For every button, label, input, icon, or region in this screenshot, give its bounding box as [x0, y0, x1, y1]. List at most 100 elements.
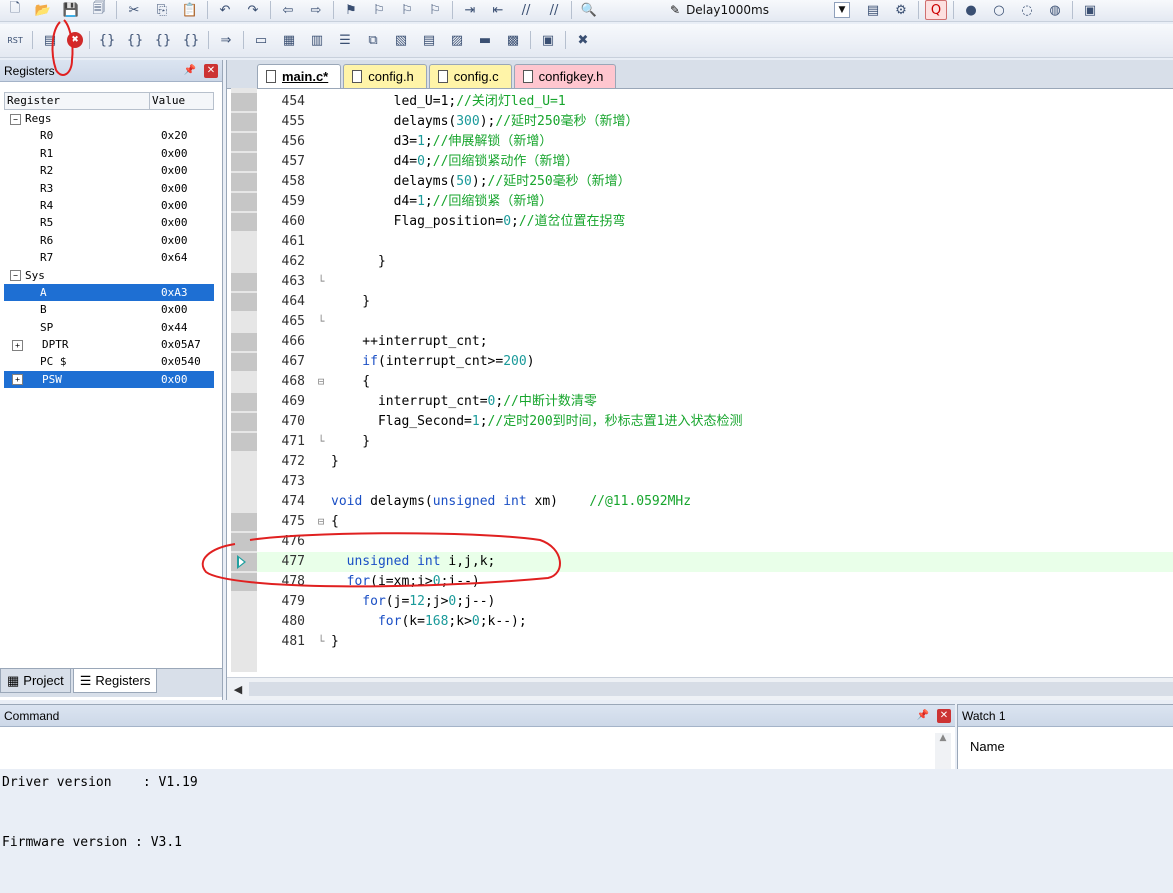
- watch-window-icon[interactable]: ▧: [390, 30, 412, 50]
- executable-line-marker[interactable]: [231, 153, 257, 171]
- disassembly-window-icon[interactable]: ▦: [278, 30, 300, 50]
- register-row[interactable]: R7 0x64: [4, 249, 214, 266]
- executable-line-marker[interactable]: [231, 293, 257, 311]
- next-bookmark-icon[interactable]: ⚐: [396, 0, 418, 20]
- toolbox-icon[interactable]: ✖: [572, 30, 594, 50]
- code-line[interactable]: 462 }: [257, 252, 1173, 272]
- code-line[interactable]: 472}: [257, 452, 1173, 472]
- register-value[interactable]: 0x00: [161, 371, 214, 388]
- fold-toggle-icon[interactable]: ⊟: [315, 372, 327, 392]
- undo-icon[interactable]: ↶: [214, 0, 236, 20]
- code-line[interactable]: 464 }: [257, 292, 1173, 312]
- reset-icon[interactable]: RST: [4, 30, 26, 50]
- register-value[interactable]: 0x0540: [161, 353, 214, 370]
- expand-icon[interactable]: +: [12, 374, 23, 386]
- code-line[interactable]: 474 void delayms(unsigned int xm) //@11.0…: [257, 492, 1173, 512]
- chevron-down-icon[interactable]: ▼: [834, 2, 850, 18]
- register-row[interactable]: A 0xA3: [4, 283, 214, 302]
- code-line[interactable]: 456 d3=1;//伸展解锁（新增）: [257, 132, 1173, 152]
- register-row[interactable]: + DPTR 0x05A7: [4, 336, 214, 353]
- register-value[interactable]: 0xA3: [161, 284, 214, 301]
- debug-settings-icon[interactable]: ⚙: [890, 0, 912, 20]
- code-line[interactable]: 469 interrupt_cnt=0;//中断计数清零: [257, 392, 1173, 412]
- run-icon[interactable]: ▤: [39, 30, 61, 50]
- code-line[interactable]: 475 ⊟ {: [257, 512, 1173, 532]
- uncomment-icon[interactable]: //: [543, 0, 565, 20]
- register-row[interactable]: R0 0x20: [4, 127, 214, 144]
- bookmark-icon[interactable]: ⚑: [340, 0, 362, 20]
- register-row[interactable]: R5 0x00: [4, 214, 214, 231]
- code-line[interactable]: 480 for(k=168;k>0;k--);: [257, 612, 1173, 632]
- code-line[interactable]: 479 for(j=12;j>0;j--): [257, 592, 1173, 612]
- register-row[interactable]: − Sys: [4, 267, 214, 284]
- executable-line-marker[interactable]: [231, 193, 257, 211]
- executable-line-marker[interactable]: [231, 113, 257, 131]
- expand-icon[interactable]: +: [12, 339, 23, 351]
- executable-line-marker[interactable]: [231, 413, 257, 431]
- registers-window-icon[interactable]: ☰: [334, 30, 356, 50]
- register-row[interactable]: + PSW 0x00: [4, 370, 214, 389]
- code-line[interactable]: 467 if(interrupt_cnt>=200): [257, 352, 1173, 372]
- back-icon[interactable]: ⇦: [277, 0, 299, 20]
- open-folder-icon[interactable]: 📂: [32, 0, 54, 20]
- register-row[interactable]: SP 0x44: [4, 319, 214, 336]
- indent-icon[interactable]: ⇥: [459, 0, 481, 20]
- stop-icon[interactable]: ✖: [67, 32, 83, 48]
- comment-icon[interactable]: //: [515, 0, 537, 20]
- tab-project[interactable]: ▦ Project: [0, 669, 71, 693]
- code-line[interactable]: 470 Flag_Second=1;//定时200到时间，秒标志置1进入状态检测: [257, 412, 1173, 432]
- code-line[interactable]: 454 led_U=1;//关闭灯led_U=1: [257, 92, 1173, 112]
- code-line[interactable]: 457 d4=0;//回缩锁紧动作（新增）: [257, 152, 1173, 172]
- code-line[interactable]: 466 ++interrupt_cnt;: [257, 332, 1173, 352]
- code-line[interactable]: 460 Flag_position=0;//道岔位置在拐弯: [257, 212, 1173, 232]
- fold-toggle-icon[interactable]: ⊟: [315, 512, 327, 532]
- code-line[interactable]: 458 delayms(50);//延时250毫秒（新增）: [257, 172, 1173, 192]
- close-icon[interactable]: ✕: [204, 63, 218, 78]
- code-line[interactable]: 465 └: [257, 312, 1173, 332]
- register-row[interactable]: R1 0x00: [4, 145, 214, 162]
- file-tab[interactable]: configkey.h: [513, 64, 617, 88]
- kill-breakpoints-icon[interactable]: ◍: [1044, 0, 1066, 20]
- code-line[interactable]: 463 └: [257, 272, 1173, 292]
- register-row[interactable]: R6 0x00: [4, 232, 214, 249]
- symbols-window-icon[interactable]: ▥: [306, 30, 328, 50]
- register-value[interactable]: 0x00: [161, 214, 214, 231]
- code-line[interactable]: 476: [257, 532, 1173, 552]
- find-combo[interactable]: ✎ Delay1000ms ▼: [670, 0, 850, 20]
- executable-line-marker[interactable]: [231, 93, 257, 111]
- analysis-window-icon[interactable]: ▬: [474, 30, 496, 50]
- system-viewer-icon[interactable]: ▣: [537, 30, 559, 50]
- executable-line-marker[interactable]: [231, 133, 257, 151]
- register-value[interactable]: 0x00: [161, 145, 214, 162]
- show-next-statement-icon[interactable]: ⇒: [215, 30, 237, 50]
- serial-window-icon[interactable]: ▨: [446, 30, 468, 50]
- code-line[interactable]: 468 ⊟ {: [257, 372, 1173, 392]
- window-layout-icon[interactable]: ▣: [1079, 0, 1101, 20]
- register-row[interactable]: B 0x00: [4, 301, 214, 318]
- insert-breakpoint-icon[interactable]: ●: [960, 0, 982, 20]
- register-value[interactable]: 0x64: [161, 249, 214, 266]
- register-value[interactable]: [152, 267, 214, 284]
- file-tab[interactable]: config.h: [343, 64, 427, 88]
- executable-line-marker[interactable]: [231, 333, 257, 351]
- code-line[interactable]: 478 for(i=xm;i>0;i--): [257, 572, 1173, 592]
- watch-name-column-header[interactable]: Name: [970, 739, 1005, 754]
- unindent-icon[interactable]: ⇤: [487, 0, 509, 20]
- executable-line-marker[interactable]: [231, 173, 257, 191]
- find-in-files-icon[interactable]: 🔍: [578, 0, 600, 20]
- executable-line-marker[interactable]: [231, 213, 257, 231]
- collapse-icon[interactable]: −: [10, 113, 21, 125]
- collapse-icon[interactable]: −: [10, 270, 21, 282]
- new-file-icon[interactable]: 🗋: [4, 0, 26, 20]
- step-out-icon[interactable]: {}: [152, 30, 174, 50]
- clear-bookmarks-icon[interactable]: ⚐: [424, 0, 446, 20]
- redo-icon[interactable]: ↷: [242, 0, 264, 20]
- target-options-icon[interactable]: ▤: [862, 0, 884, 20]
- tab-registers[interactable]: ☰ Registers: [72, 669, 158, 693]
- file-tab[interactable]: config.c: [428, 64, 512, 88]
- horizontal-scrollbar[interactable]: ◀: [227, 677, 1173, 700]
- register-row[interactable]: − Regs: [4, 110, 214, 127]
- scroll-left-icon[interactable]: ◀: [227, 683, 249, 696]
- call-stack-icon[interactable]: ⧉: [362, 30, 384, 50]
- code-line[interactable]: 477 unsigned int i,j,k;: [257, 552, 1173, 572]
